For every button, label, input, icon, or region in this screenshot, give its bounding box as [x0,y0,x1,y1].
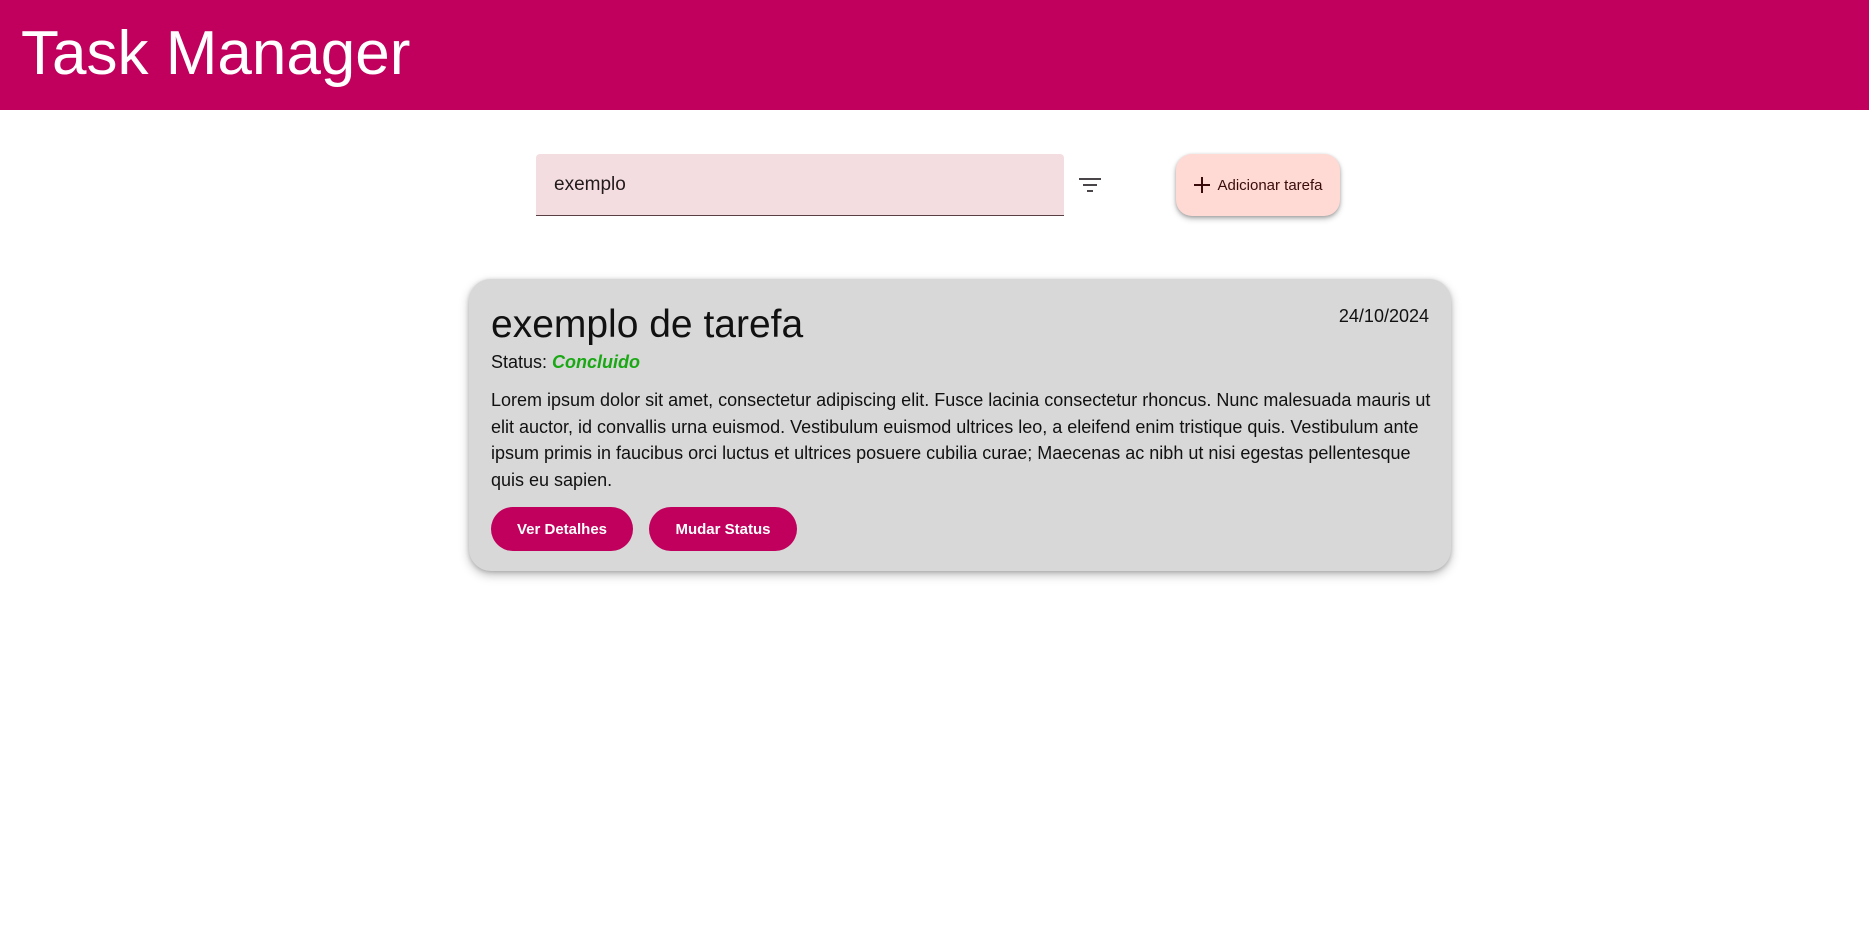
app-header: Task Manager [0,0,1869,110]
task-status: Status: Concluido [491,350,640,374]
add-task-button[interactable]: Adicionar tarefa [1176,154,1340,216]
plus-icon [1194,177,1211,193]
add-task-label: Adicionar tarefa [1217,176,1323,194]
task-description: Lorem ipsum dolor sit amet, consectetur … [491,390,1431,490]
task-card: exemplo de tarefa 24/10/2024 Status: Con… [469,279,1451,571]
filter-button[interactable] [1070,165,1110,205]
search-field[interactable] [536,154,1064,216]
change-status-button[interactable]: Mudar Status [649,507,797,551]
search-input[interactable] [554,154,1044,215]
task-title: exemplo de tarefa [491,303,804,346]
filter-list-icon [1079,178,1101,192]
view-details-button[interactable]: Ver Detalhes [491,507,633,551]
status-label: Status: [491,352,548,372]
app-title: Task Manager [21,19,411,88]
status-value: Concluido [552,352,641,372]
task-date: 24/10/2024 [1338,306,1429,326]
